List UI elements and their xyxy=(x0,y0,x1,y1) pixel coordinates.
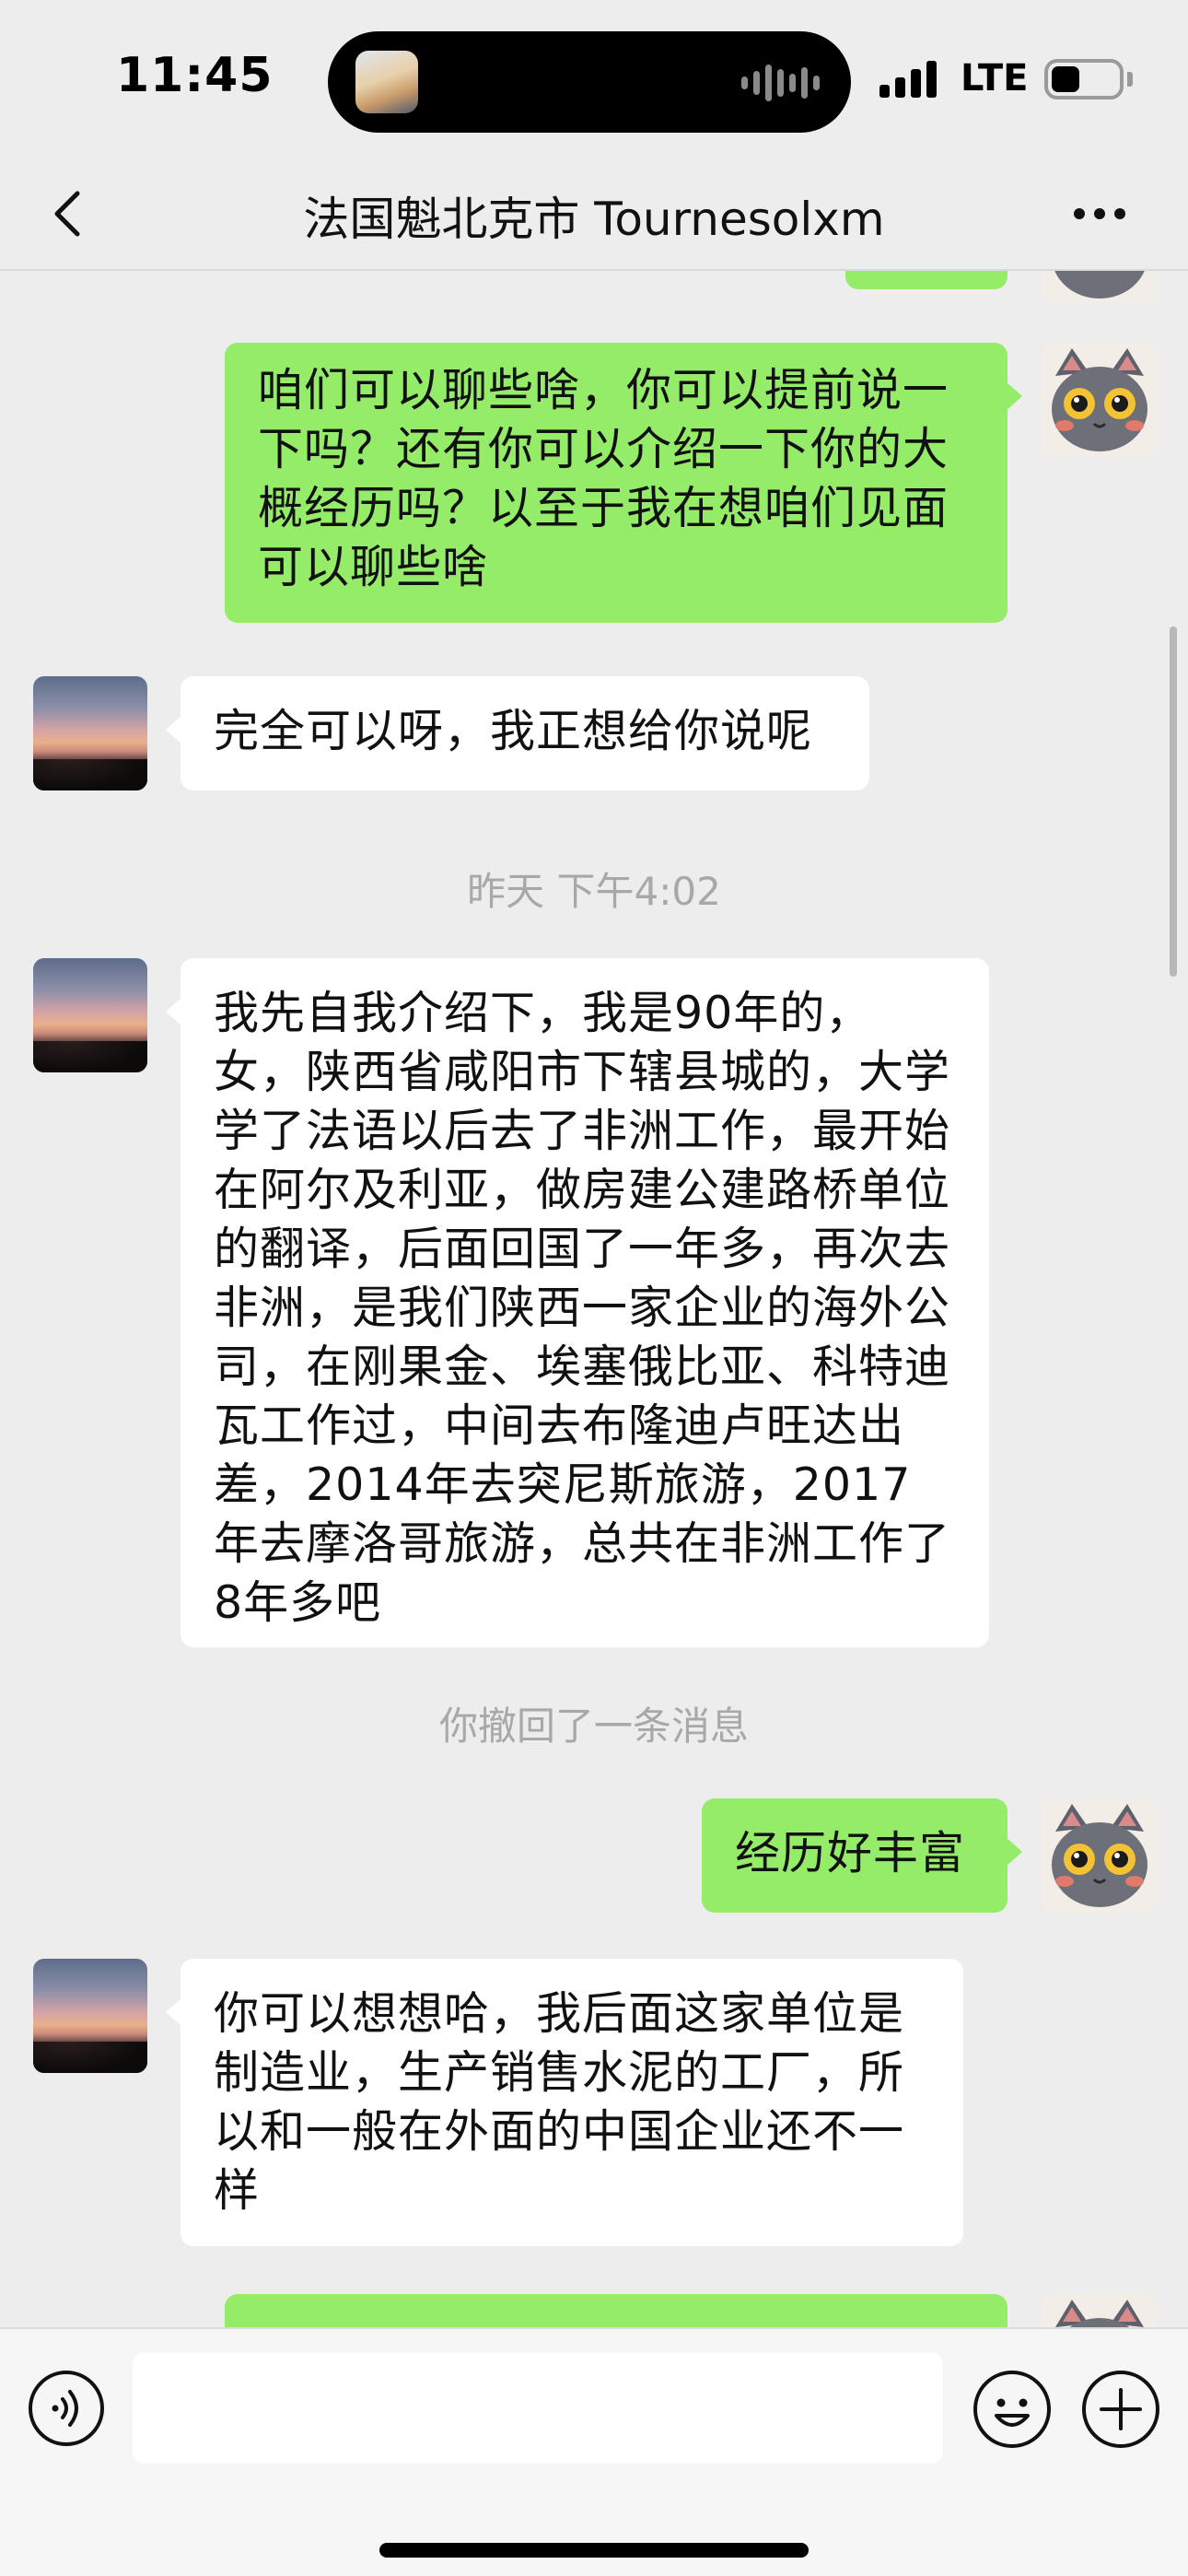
message-bubble-incoming[interactable]: 完全可以呀，我正想给你说呢 xyxy=(166,676,869,790)
status-time: 11:45 xyxy=(116,48,274,103)
recall-notice: 你撤回了一条消息 xyxy=(438,1704,749,1749)
back-button[interactable] xyxy=(33,177,107,251)
contact-avatar[interactable] xyxy=(33,1959,147,2073)
message-timestamp: 昨天 下午4:02 xyxy=(467,869,721,914)
more-dots-icon xyxy=(1074,208,1085,219)
chevron-left-icon xyxy=(54,191,80,237)
message-bubble-outgoing[interactable]: 咱们可以聊些啥，你可以提前说一下吗？还有你可以介绍一下你的大概经历吗？以至于我在… xyxy=(225,343,1022,623)
message-bubble-incoming[interactable]: 你可以想想哈，我后面这家单位是制造业，生产销售水泥的工厂，所以和一般在外面的中国… xyxy=(166,1959,963,2246)
now-playing-artwork xyxy=(355,51,418,113)
self-avatar[interactable] xyxy=(1042,343,1157,457)
battery-icon xyxy=(1044,59,1124,100)
voice-button[interactable] xyxy=(28,2370,105,2447)
cat-avatar-icon xyxy=(1042,2294,1157,2327)
self-avatar[interactable] xyxy=(1042,271,1157,302)
cat-avatar-icon xyxy=(1042,1798,1157,1913)
chat-header: 法国魁北克市 Tournesolxm xyxy=(0,157,1188,271)
audio-waveform-icon xyxy=(741,64,820,101)
cat-avatar-icon xyxy=(1042,343,1157,457)
dynamic-island[interactable] xyxy=(328,31,851,133)
home-indicator[interactable] xyxy=(379,2543,809,2558)
message-input[interactable] xyxy=(133,2353,943,2464)
chat-title: 法国魁北克市 Tournesolxm xyxy=(303,193,885,246)
cat-avatar-icon xyxy=(1042,271,1157,302)
emoji-button[interactable] xyxy=(973,2370,1052,2449)
battery-cap xyxy=(1127,72,1133,87)
message-list[interactable]: 咱们可以聊些啥，你可以提前说一下吗？还有你可以介绍一下你的大概经历吗？以至于我在… xyxy=(0,271,1188,2327)
input-bar xyxy=(0,2327,1188,2576)
signal-strength-icon xyxy=(879,59,937,98)
voice-icon xyxy=(29,2371,104,2446)
self-avatar[interactable] xyxy=(1042,2294,1157,2327)
message-bubble-outgoing-partial[interactable] xyxy=(845,271,1007,289)
chat-screen: 11:45 LTE 法国魁北克市 Tournesolxm 咱们可以聊些啥，你可以… xyxy=(0,0,1188,2576)
plus-icon xyxy=(1082,2371,1159,2448)
status-bar: 11:45 LTE xyxy=(0,0,1188,157)
message-bubble-outgoing[interactable]: 经历好丰富 xyxy=(702,1798,1022,1913)
network-type: LTE xyxy=(961,57,1029,100)
more-button[interactable] xyxy=(1055,184,1144,243)
message-bubble-outgoing-partial[interactable] xyxy=(225,2294,1007,2327)
message-bubble-incoming[interactable]: 我先自我介绍下，我是90年的，女，陕西省咸阳市下辖县城的，大学学了法语以后去了非… xyxy=(166,958,989,1647)
contact-avatar[interactable] xyxy=(33,958,147,1072)
scrollbar[interactable] xyxy=(1170,626,1177,977)
more-actions-button[interactable] xyxy=(1081,2370,1160,2449)
emoji-icon xyxy=(973,2371,1051,2448)
contact-avatar[interactable] xyxy=(33,676,147,790)
self-avatar[interactable] xyxy=(1042,1798,1157,1913)
